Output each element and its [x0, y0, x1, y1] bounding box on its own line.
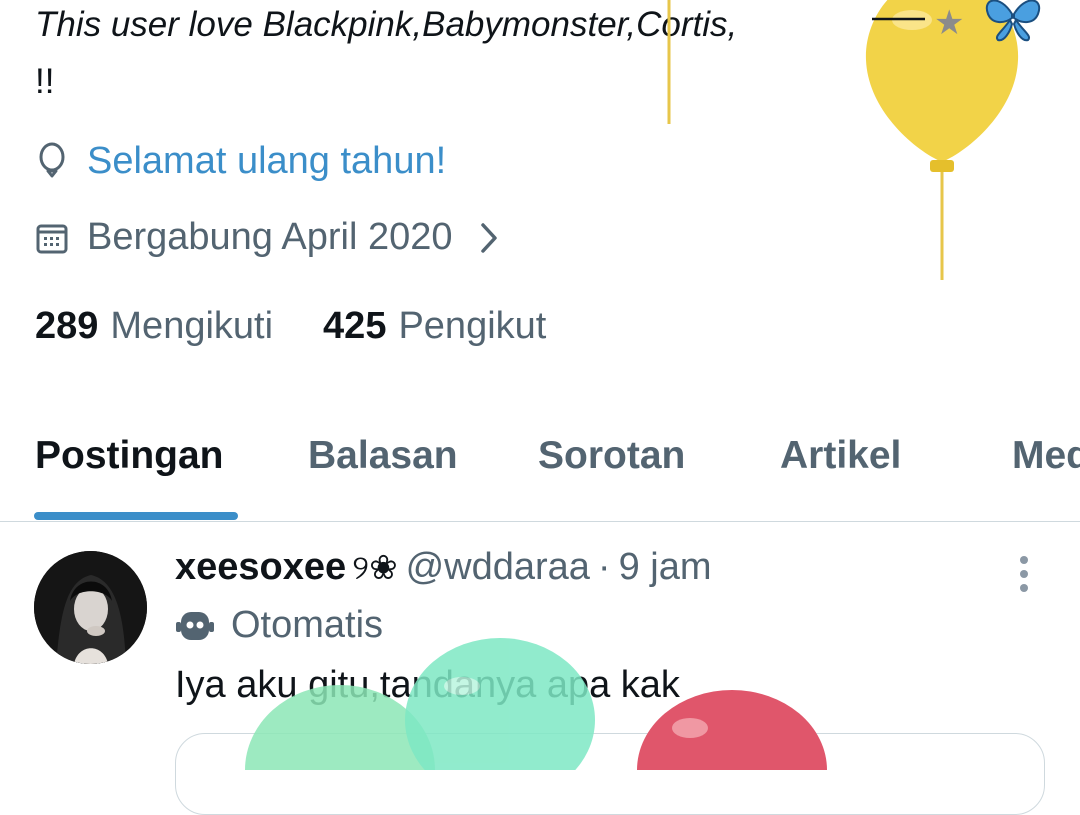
calendar-icon: [36, 224, 68, 253]
chevron-right-icon[interactable]: [479, 222, 499, 254]
tab-balasan[interactable]: Balasan: [308, 434, 458, 478]
more-vertical-icon[interactable]: [1010, 552, 1038, 596]
followers-label: Pengikut: [398, 305, 547, 347]
followers-count: 425: [323, 305, 387, 347]
automated-label: Otomatis: [175, 604, 383, 647]
name-decoration: ୨❀: [352, 548, 398, 587]
bio-text-line2: !!: [35, 62, 55, 101]
joined-row[interactable]: Bergabung April 2020: [35, 216, 517, 259]
balloon-icon: [39, 142, 65, 177]
tab-sorotan[interactable]: Sorotan: [538, 434, 685, 478]
post-display-name[interactable]: xeesoxee: [175, 546, 346, 589]
following-link[interactable]: 289 Mengikuti: [35, 305, 273, 348]
avatar[interactable]: [34, 551, 147, 664]
automated-text: Otomatis: [231, 604, 384, 646]
active-tab-indicator: [34, 512, 238, 520]
following-count: 289: [35, 305, 99, 347]
birthday-row: Selamat ulang tahun!: [35, 140, 446, 183]
tab-artikel[interactable]: Artikel: [780, 434, 901, 478]
post-header: xeesoxee ୨❀ @wddaraa · 9 jam: [175, 546, 712, 589]
tab-postingan[interactable]: Postingan: [35, 434, 224, 478]
profile-bio: This user love Blackpink,Babymonster,Cor…: [35, 0, 1035, 110]
balloon-overlay: ★: [245, 0, 1041, 770]
follow-stats: 289 Mengikuti 425 Pengikut: [35, 305, 596, 348]
tab-media[interactable]: Media: [1012, 434, 1080, 478]
birthday-text[interactable]: Selamat ulang tahun!: [87, 140, 446, 183]
followers-link[interactable]: 425 Pengikut: [323, 305, 546, 348]
post-separator: ·: [597, 546, 611, 588]
bio-text: This user love Blackpink,Babymonster,Cor…: [35, 5, 738, 44]
following-label: Mengikuti: [110, 305, 274, 347]
post-text: Iya aku gitu,tandanya apa kak: [175, 664, 680, 706]
post-handle[interactable]: @wddaraa: [406, 546, 590, 589]
joined-text: Bergabung April 2020: [87, 216, 453, 258]
bot-icon: [176, 611, 214, 640]
profile-tabs: Postingan Balasan Sorotan Artikel Media: [0, 430, 1080, 522]
quote-card[interactable]: [175, 733, 1045, 815]
tabs-divider: [0, 521, 1080, 522]
avatar-image: [34, 551, 147, 664]
post-time[interactable]: 9 jam: [619, 546, 712, 589]
